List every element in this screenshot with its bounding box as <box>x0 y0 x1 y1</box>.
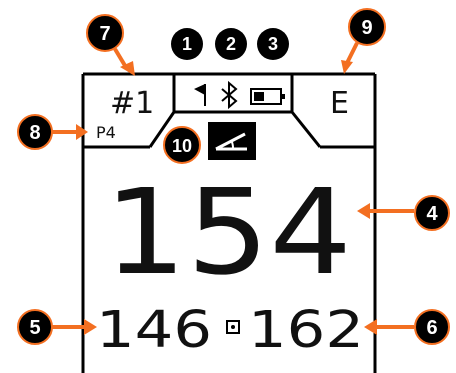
callout-10: 10 <box>163 126 201 164</box>
svg-text:4: 4 <box>426 203 438 225</box>
battery-icon <box>250 88 285 105</box>
distance-separator-icon <box>226 320 240 334</box>
callout-3: 3 <box>257 28 289 60</box>
diagram-svg: #1 P4 E 154 146 162 1 2 3 7 8 9 10 4 5 6 <box>17 8 450 373</box>
callout-4: 4 <box>357 195 450 231</box>
wind-indicator: E <box>330 86 349 121</box>
svg-text:3: 3 <box>268 34 278 54</box>
front-distance: 146 <box>96 301 212 360</box>
slope-icon <box>208 122 256 160</box>
svg-text:2: 2 <box>226 34 236 54</box>
svg-text:7: 7 <box>99 23 110 45</box>
flag-icon <box>194 84 206 106</box>
hole-label: #1 <box>110 86 154 121</box>
callout-5: 5 <box>17 309 97 345</box>
status-icons <box>194 80 285 110</box>
callout-7: 7 <box>86 14 135 76</box>
par-label: P4 <box>96 123 116 142</box>
device-screen-diagram: #1 P4 E 154 146 162 1 2 3 7 8 9 10 4 5 6 <box>0 0 456 373</box>
svg-text:10: 10 <box>172 136 192 156</box>
callout-8: 8 <box>17 114 88 150</box>
svg-text:1: 1 <box>182 34 192 54</box>
callout-1: 1 <box>171 28 203 60</box>
svg-text:6: 6 <box>426 317 437 339</box>
callout-6: 6 <box>364 309 450 345</box>
callout-2: 2 <box>215 28 247 60</box>
bluetooth-icon <box>221 80 238 110</box>
callout-9: 9 <box>341 8 386 74</box>
svg-text:9: 9 <box>361 17 372 39</box>
svg-text:5: 5 <box>29 317 40 339</box>
center-distance: 154 <box>104 163 352 301</box>
svg-text:8: 8 <box>29 122 40 144</box>
back-distance: 162 <box>248 301 364 360</box>
